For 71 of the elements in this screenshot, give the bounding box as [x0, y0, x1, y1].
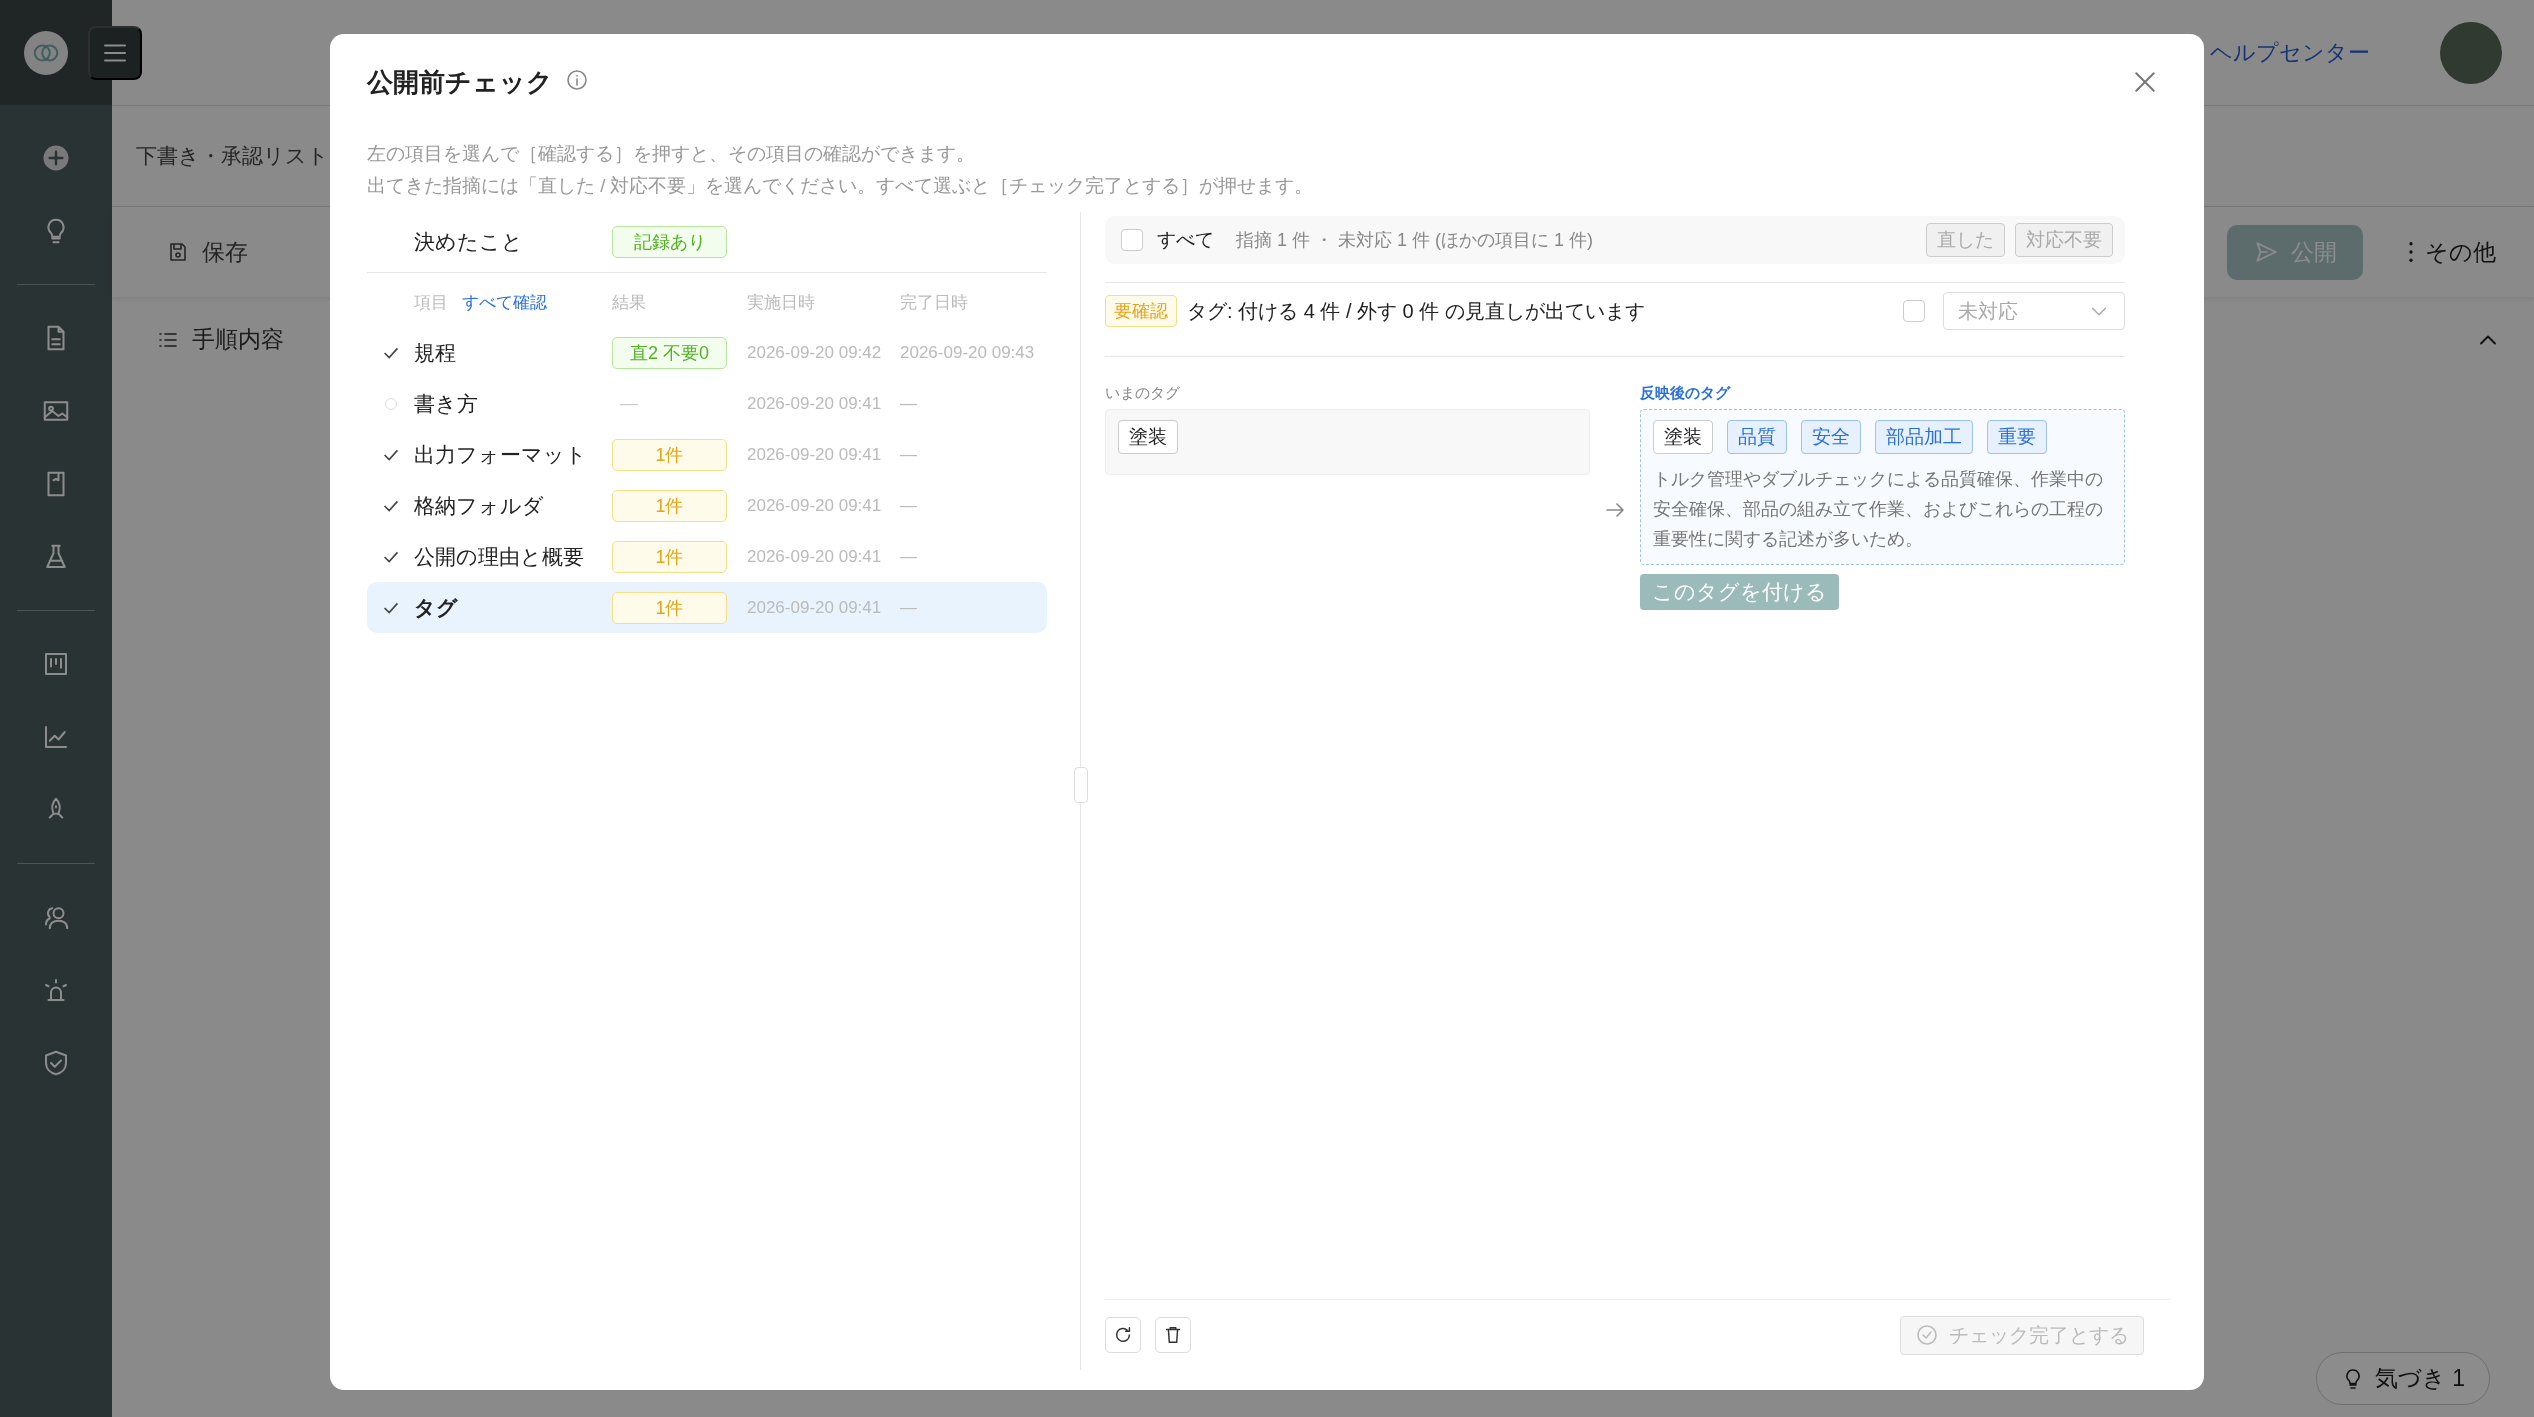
select-all-label: すべて [1157, 228, 1214, 252]
more-button[interactable]: その他 [2403, 235, 2502, 269]
result-badge: 1件 [612, 540, 727, 573]
tag: 塗装 [1653, 420, 1713, 454]
save-button[interactable]: 保存 [160, 235, 254, 269]
select-all-checkbox[interactable] [1121, 229, 1143, 251]
logo-icon[interactable] [24, 30, 68, 75]
started-time: 2026-09-20 09:41 [746, 393, 883, 414]
column-header: 結果 [612, 291, 647, 314]
check-item-row[interactable]: 規程 直2 不要0 2026-09-20 09:42 2026-09-20 09:43 [367, 327, 1047, 378]
item-name: 規程 [414, 339, 457, 366]
send-icon [2253, 239, 2279, 265]
check-item-row[interactable]: 公開の理由と概要 1件 2026-09-20 09:41 — [367, 531, 1047, 582]
check-item-row[interactable]: 出力フォーマット 1件 2026-09-20 09:41 — [367, 429, 1047, 480]
status-badge: 要確認 [1105, 295, 1177, 327]
check-item-row[interactable]: 書き方 — 2026-09-20 09:41 — [367, 378, 1047, 429]
breadcrumb[interactable]: 下書き・承認リスト [136, 142, 329, 170]
result-badge: 1件 [612, 489, 727, 522]
result-badge: 1件 [612, 438, 727, 471]
started-time: 2026-09-20 09:41 [746, 546, 883, 567]
check-circle-icon [1915, 1323, 1939, 1347]
finished-time: — [899, 444, 918, 465]
help-center-link[interactable]: ヘルプセンター [2210, 37, 2370, 68]
resize-handle[interactable] [1074, 767, 1088, 803]
kebab-icon [2409, 242, 2413, 262]
item-name: 出力フォーマット [414, 441, 588, 468]
current-tags-label: いまのタグ [1105, 384, 1181, 403]
info-icon [565, 68, 589, 92]
refresh-button[interactable] [1105, 1317, 1141, 1353]
finding-message: タグ: 付ける 4 件 / 外す 0 件 の見直しが出ています [1187, 298, 1645, 324]
reason-text: トルク管理やダブルチェックによる品質確保、作業中の安全確保、部品の組み立て作業、およびこれらの工程の重要性に関する記述が多いため。 [1653, 468, 2104, 551]
delete-button[interactable] [1155, 1317, 1191, 1353]
column-header: 項目 [414, 292, 448, 312]
finished-time: — [899, 393, 918, 414]
finished-time: — [899, 495, 918, 516]
result-text: — [619, 393, 639, 414]
insight-button[interactable]: 気づき 1 [2315, 1352, 2490, 1405]
result-badge: 直2 不要0 [612, 336, 727, 369]
finding-checkbox[interactable] [1903, 300, 1925, 322]
tag: 部品加工 [1875, 420, 1973, 454]
tag: 重要 [1987, 420, 2047, 454]
description-text: 左の項目を選んで［確認する］を押すと、その項目の確認ができます。 [367, 142, 976, 166]
plus-circle-icon [41, 143, 71, 173]
finished-time: 2026-09-20 09:43 [899, 342, 1036, 363]
started-time: 2026-09-20 09:41 [746, 597, 883, 618]
finished-time: — [899, 546, 918, 567]
item-name: 書き方 [414, 390, 479, 417]
description-text: 出てきた指摘には「直した / 対応不要」を選んでください。すべて選ぶと［チェック完了とする］が押せます。 [367, 174, 1315, 198]
started-time: 2026-09-20 09:42 [746, 342, 883, 363]
finding-summary: 指摘 1 件 ・ 未対応 1 件 (ほかの項目に 1 件) [1236, 229, 1594, 252]
confirm-all-link[interactable]: すべて確認 [462, 292, 547, 312]
check-item-row[interactable]: タグ 1件 2026-09-20 09:41 — [367, 582, 1047, 633]
new-tags-label: 反映後のタグ [1640, 384, 1732, 403]
finished-time: — [899, 597, 918, 618]
tag: 品質 [1727, 420, 1787, 454]
item-name: 公開の理由と概要 [414, 543, 585, 570]
record-badge: 記録あり [612, 226, 727, 258]
result-badge: 1件 [612, 591, 727, 624]
column-header: 完了日時 [899, 291, 969, 314]
dialog-title: 公開前チェック [367, 65, 553, 99]
started-time: 2026-09-20 09:41 [746, 495, 883, 516]
item-name: タグ [414, 594, 459, 621]
decision-label: 決めたこと [414, 229, 524, 255]
tab[interactable]: 手順内容 [150, 323, 290, 356]
column-header: 実施日時 [746, 291, 816, 314]
tag: 安全 [1801, 420, 1861, 454]
tag: 塗装 [1118, 420, 1178, 454]
started-time: 2026-09-20 09:41 [746, 444, 883, 465]
check-item-row[interactable]: 格納フォルダ 1件 2026-09-20 09:41 — [367, 480, 1047, 531]
menu-button[interactable] [88, 25, 142, 80]
item-name: 格納フォルダ [414, 492, 545, 519]
